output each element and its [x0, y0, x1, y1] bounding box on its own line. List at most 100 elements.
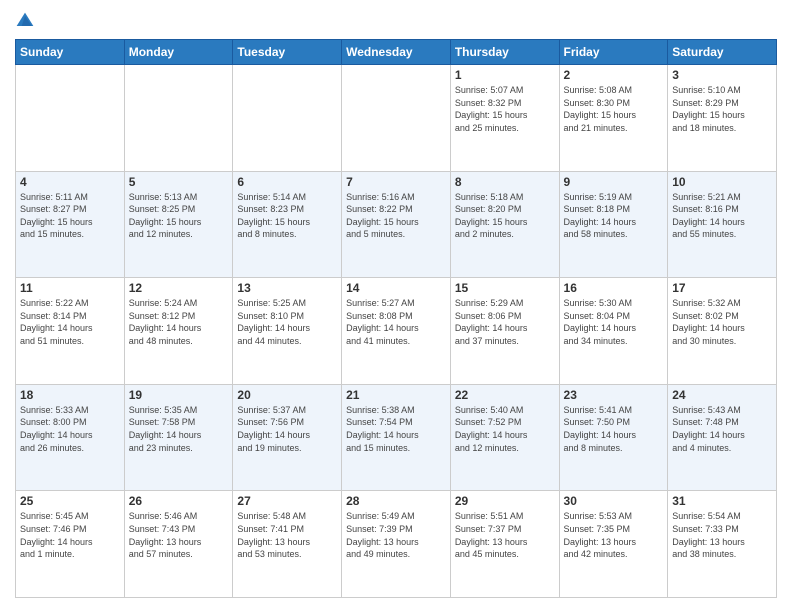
calendar-cell: 27Sunrise: 5:48 AM Sunset: 7:41 PM Dayli… — [233, 491, 342, 598]
day-number: 20 — [237, 388, 337, 402]
day-info: Sunrise: 5:53 AM Sunset: 7:35 PM Dayligh… — [564, 510, 664, 560]
calendar-cell: 29 Sunrise: 5:51 AM Sunset: 7:37 PM Dayli… — [450, 491, 559, 598]
header — [15, 10, 777, 31]
day-number: 13 — [237, 281, 337, 295]
calendar-cell: 26 Sunrise: 5:46 AM Sunset: 7:43 PM Dayli… — [124, 491, 233, 598]
calendar-cell: 28 Sunrise: 5:49 AM Sunset: 7:39 PM Dayli… — [342, 491, 451, 598]
day-info: Sunrise: 5:38 AM Sunset: 7:54 PM Dayligh… — [346, 404, 446, 454]
day-info: Sunrise: 5:27 AM Sunset: 8:08 PM Dayligh… — [346, 297, 446, 347]
weekday-header: Monday — [124, 40, 233, 65]
day-info: Sunrise: 5:14 AM Sunset: 8:23 PM Dayligh… — [237, 191, 337, 241]
weekday-header: Saturday — [668, 40, 777, 65]
day-number: 30 — [564, 494, 664, 508]
day-number: 6 — [237, 175, 337, 189]
day-number: 10 — [672, 175, 772, 189]
calendar-cell: 17Sunrise: 5:32 AM Sunset: 8:02 PM Dayli… — [668, 278, 777, 385]
day-number: 1 — [455, 68, 555, 82]
calendar-cell: 22 Sunrise: 5:40 AM Sunset: 7:52 PM Dayli… — [450, 384, 559, 491]
day-number: 3 — [672, 68, 772, 82]
day-info: Sunrise: 5:35 AM Sunset: 7:58 PM Dayligh… — [129, 404, 229, 454]
day-number: 18 — [20, 388, 120, 402]
day-number: 17 — [672, 281, 772, 295]
day-number: 4 — [20, 175, 120, 189]
day-info: Sunrise: 5:25 AM Sunset: 8:10 PM Dayligh… — [237, 297, 337, 347]
weekday-header: Friday — [559, 40, 668, 65]
calendar-week-row: 4Sunrise: 5:11 AM Sunset: 8:27 PM Daylig… — [16, 171, 777, 278]
day-info: Sunrise: 5:37 AM Sunset: 7:56 PM Dayligh… — [237, 404, 337, 454]
calendar-cell: 6 Sunrise: 5:14 AM Sunset: 8:23 PM Daylig… — [233, 171, 342, 278]
day-info: Sunrise: 5:21 AM Sunset: 8:16 PM Dayligh… — [672, 191, 772, 241]
day-info: Sunrise: 5:18 AM Sunset: 8:20 PM Dayligh… — [455, 191, 555, 241]
day-info: Sunrise: 5:54 AM Sunset: 7:33 PM Dayligh… — [672, 510, 772, 560]
day-info: Sunrise: 5:30 AM Sunset: 8:04 PM Dayligh… — [564, 297, 664, 347]
page: SundayMondayTuesdayWednesdayThursdayFrid… — [0, 0, 792, 612]
day-info: Sunrise: 5:13 AM Sunset: 8:25 PM Dayligh… — [129, 191, 229, 241]
day-number: 5 — [129, 175, 229, 189]
calendar-cell: 31 Sunrise: 5:54 AM Sunset: 7:33 PM Dayli… — [668, 491, 777, 598]
day-number: 12 — [129, 281, 229, 295]
calendar-week-row: 18 Sunrise: 5:33 AM Sunset: 8:00 PM Dayli… — [16, 384, 777, 491]
calendar-cell: 25Sunrise: 5:45 AM Sunset: 7:46 PM Dayli… — [16, 491, 125, 598]
day-number: 29 — [455, 494, 555, 508]
day-number: 2 — [564, 68, 664, 82]
day-number: 28 — [346, 494, 446, 508]
calendar-week-row: 1 Sunrise: 5:07 AM Sunset: 8:32 PM Daylig… — [16, 65, 777, 172]
day-number: 31 — [672, 494, 772, 508]
day-info: Sunrise: 5:29 AM Sunset: 8:06 PM Dayligh… — [455, 297, 555, 347]
day-info: Sunrise: 5:07 AM Sunset: 8:32 PM Dayligh… — [455, 84, 555, 134]
day-info: Sunrise: 5:19 AM Sunset: 8:18 PM Dayligh… — [564, 191, 664, 241]
weekday-header: Sunday — [16, 40, 125, 65]
day-number: 26 — [129, 494, 229, 508]
day-info: Sunrise: 5:51 AM Sunset: 7:37 PM Dayligh… — [455, 510, 555, 560]
day-number: 14 — [346, 281, 446, 295]
day-number: 24 — [672, 388, 772, 402]
calendar-cell: 19 Sunrise: 5:35 AM Sunset: 7:58 PM Dayli… — [124, 384, 233, 491]
logo — [15, 10, 39, 31]
calendar-cell: 13 Sunrise: 5:25 AM Sunset: 8:10 PM Dayli… — [233, 278, 342, 385]
day-info: Sunrise: 5:45 AM Sunset: 7:46 PM Dayligh… — [20, 510, 120, 560]
day-number: 27 — [237, 494, 337, 508]
calendar-cell — [342, 65, 451, 172]
calendar-cell: 12 Sunrise: 5:24 AM Sunset: 8:12 PM Dayli… — [124, 278, 233, 385]
calendar-cell: 24 Sunrise: 5:43 AM Sunset: 7:48 PM Dayli… — [668, 384, 777, 491]
calendar-cell: 14 Sunrise: 5:27 AM Sunset: 8:08 PM Dayli… — [342, 278, 451, 385]
day-info: Sunrise: 5:24 AM Sunset: 8:12 PM Dayligh… — [129, 297, 229, 347]
calendar-week-row: 25Sunrise: 5:45 AM Sunset: 7:46 PM Dayli… — [16, 491, 777, 598]
day-info: Sunrise: 5:16 AM Sunset: 8:22 PM Dayligh… — [346, 191, 446, 241]
weekday-header: Tuesday — [233, 40, 342, 65]
calendar-cell: 23 Sunrise: 5:41 AM Sunset: 7:50 PM Dayli… — [559, 384, 668, 491]
day-number: 8 — [455, 175, 555, 189]
calendar-cell — [233, 65, 342, 172]
weekday-header: Wednesday — [342, 40, 451, 65]
day-number: 23 — [564, 388, 664, 402]
calendar-cell: 1 Sunrise: 5:07 AM Sunset: 8:32 PM Daylig… — [450, 65, 559, 172]
calendar-cell — [124, 65, 233, 172]
calendar-cell: 15Sunrise: 5:29 AM Sunset: 8:06 PM Dayli… — [450, 278, 559, 385]
weekday-header: Thursday — [450, 40, 559, 65]
day-number: 9 — [564, 175, 664, 189]
calendar-cell: 8 Sunrise: 5:18 AM Sunset: 8:20 PM Daylig… — [450, 171, 559, 278]
calendar-cell: 3 Sunrise: 5:10 AM Sunset: 8:29 PM Daylig… — [668, 65, 777, 172]
day-number: 19 — [129, 388, 229, 402]
calendar-table: SundayMondayTuesdayWednesdayThursdayFrid… — [15, 39, 777, 598]
day-info: Sunrise: 5:49 AM Sunset: 7:39 PM Dayligh… — [346, 510, 446, 560]
calendar-cell: 21 Sunrise: 5:38 AM Sunset: 7:54 PM Dayli… — [342, 384, 451, 491]
calendar-cell: 2 Sunrise: 5:08 AM Sunset: 8:30 PM Daylig… — [559, 65, 668, 172]
day-number: 11 — [20, 281, 120, 295]
day-info: Sunrise: 5:43 AM Sunset: 7:48 PM Dayligh… — [672, 404, 772, 454]
day-info: Sunrise: 5:10 AM Sunset: 8:29 PM Dayligh… — [672, 84, 772, 134]
calendar-cell: 30 Sunrise: 5:53 AM Sunset: 7:35 PM Dayli… — [559, 491, 668, 598]
calendar-cell: 10 Sunrise: 5:21 AM Sunset: 8:16 PM Dayli… — [668, 171, 777, 278]
day-info: Sunrise: 5:40 AM Sunset: 7:52 PM Dayligh… — [455, 404, 555, 454]
logo-icon — [15, 11, 35, 31]
day-number: 21 — [346, 388, 446, 402]
calendar-cell: 18 Sunrise: 5:33 AM Sunset: 8:00 PM Dayli… — [16, 384, 125, 491]
day-info: Sunrise: 5:08 AM Sunset: 8:30 PM Dayligh… — [564, 84, 664, 134]
calendar-cell: 5 Sunrise: 5:13 AM Sunset: 8:25 PM Daylig… — [124, 171, 233, 278]
day-info: Sunrise: 5:41 AM Sunset: 7:50 PM Dayligh… — [564, 404, 664, 454]
day-number: 22 — [455, 388, 555, 402]
day-info: Sunrise: 5:33 AM Sunset: 8:00 PM Dayligh… — [20, 404, 120, 454]
calendar-cell: 4Sunrise: 5:11 AM Sunset: 8:27 PM Daylig… — [16, 171, 125, 278]
day-info: Sunrise: 5:46 AM Sunset: 7:43 PM Dayligh… — [129, 510, 229, 560]
calendar-cell: 11Sunrise: 5:22 AM Sunset: 8:14 PM Dayli… — [16, 278, 125, 385]
